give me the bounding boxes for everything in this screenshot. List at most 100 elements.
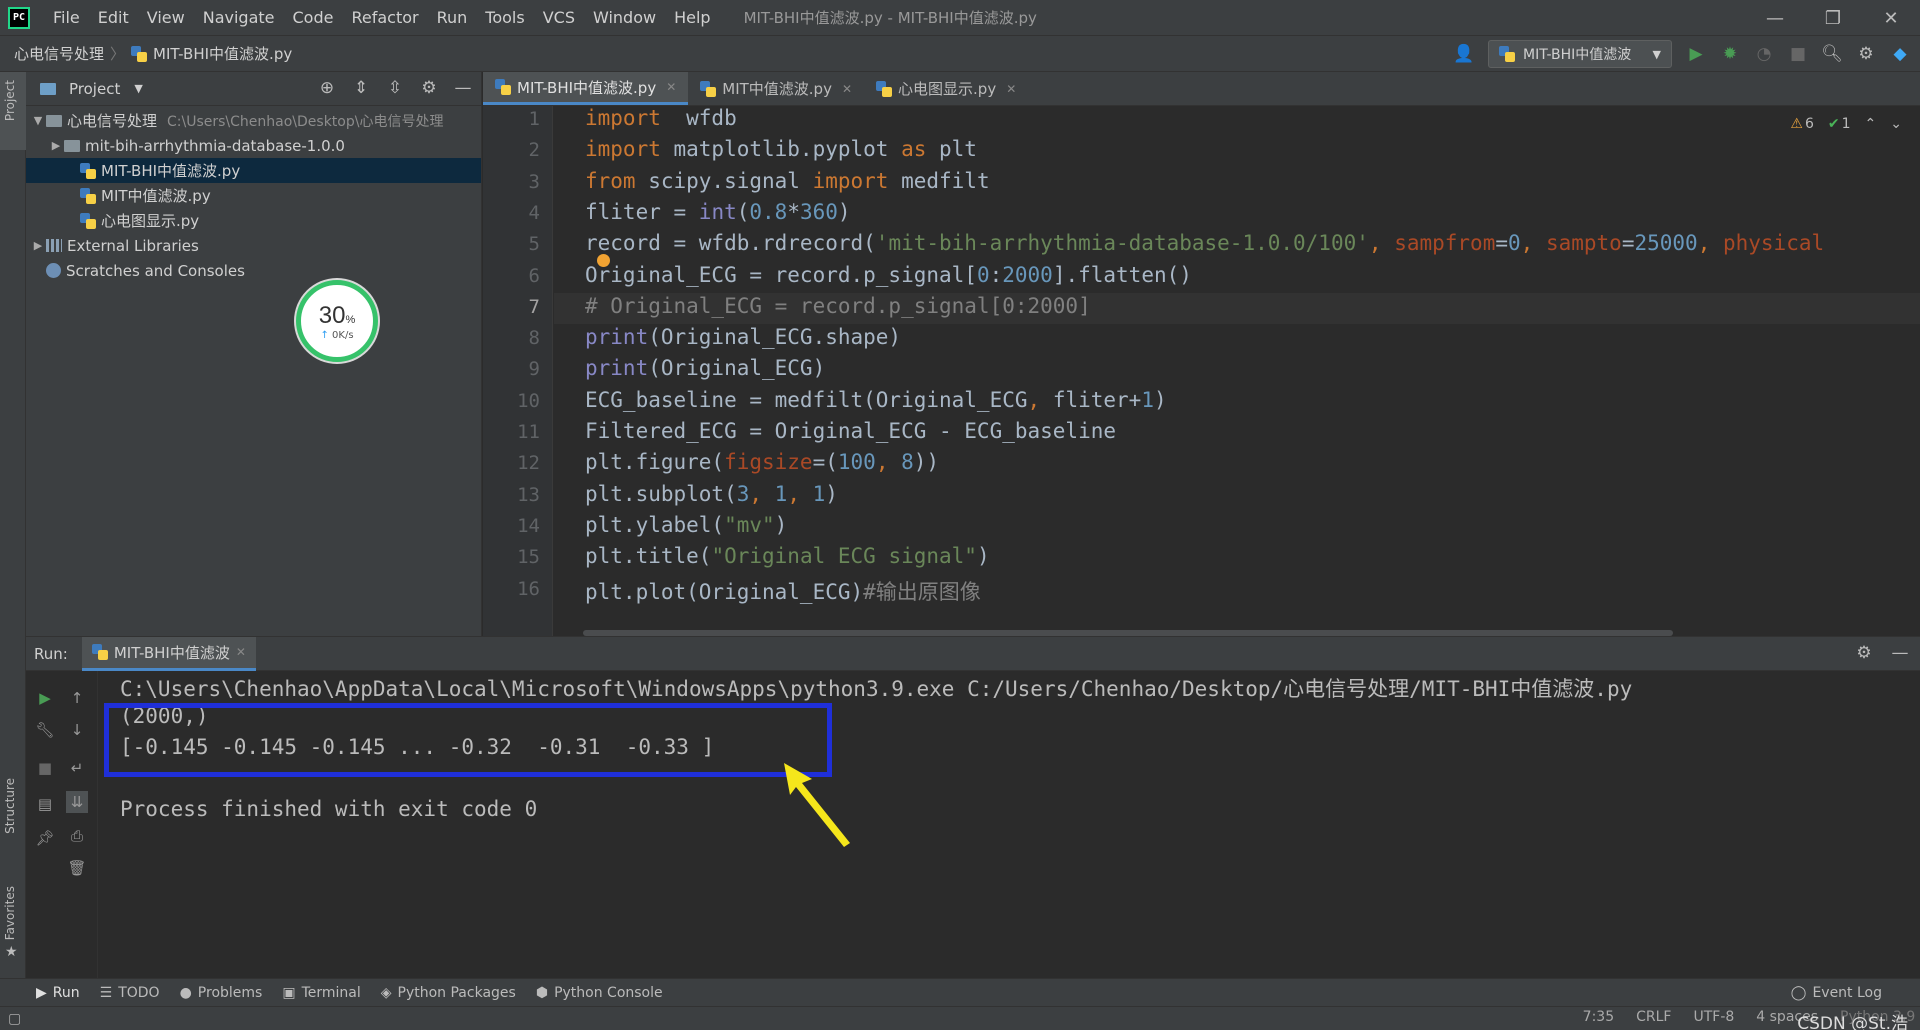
run-tab[interactable]: MIT-BHI中值滤波 ✕: [81, 636, 256, 671]
code-line[interactable]: plt.figure(figsize=(100, 8)): [585, 450, 939, 474]
project-panel-title[interactable]: Project: [69, 80, 120, 98]
menu-help[interactable]: Help: [665, 8, 719, 27]
menu-view[interactable]: View: [138, 8, 194, 27]
code-line[interactable]: plt.subplot(3, 1, 1): [585, 482, 838, 506]
print-icon[interactable]: ⎙: [66, 825, 88, 847]
line-number[interactable]: 1: [529, 108, 540, 130]
code-line[interactable]: plt.ylabel("mv"): [585, 513, 787, 537]
close-window-button[interactable]: ✕: [1862, 0, 1920, 36]
tab-ecg-display[interactable]: 心电图显示.py ✕: [864, 72, 1028, 105]
user-icon[interactable]: 👤: [1453, 44, 1474, 64]
line-number[interactable]: 3: [529, 171, 540, 193]
line-number[interactable]: 16: [517, 578, 540, 600]
line-number[interactable]: 4: [529, 202, 540, 224]
menu-window[interactable]: Window: [584, 8, 665, 27]
collapse-all-icon[interactable]: ⇳: [385, 78, 405, 98]
wrench-icon[interactable]: 🔧︎: [34, 719, 56, 741]
code-line[interactable]: Filtered_ECG = Original_ECG - ECG_baseli…: [585, 419, 1116, 443]
network-speed-widget[interactable]: 30% ↑ 0K/s: [296, 280, 378, 362]
arrow-up-icon[interactable]: ↑: [66, 687, 88, 709]
chevron-down-icon[interactable]: ▼: [134, 82, 142, 95]
gear-icon[interactable]: ⚙: [1854, 643, 1874, 663]
tree-item-file[interactable]: MIT中值滤波.py: [26, 183, 481, 208]
chevron-up-icon[interactable]: ⌃: [1865, 116, 1877, 132]
code-line[interactable]: import matplotlib.pyplot as plt: [585, 137, 977, 161]
code-line[interactable]: # Original_ECG = record.p_signal[0:2000]: [585, 294, 1091, 318]
close-icon[interactable]: ✕: [236, 645, 246, 659]
locate-icon[interactable]: ⊕: [317, 78, 337, 98]
inspection-widget[interactable]: ⚠ 6 ✔ 1 ⌃ ⌄: [1790, 116, 1902, 132]
code-line[interactable]: from scipy.signal import medfilt: [585, 169, 990, 193]
toolbox-icon[interactable]: ◆: [1890, 44, 1910, 64]
stop-icon[interactable]: ■: [1788, 44, 1808, 64]
menu-run[interactable]: Run: [428, 8, 477, 27]
line-number[interactable]: 12: [517, 452, 540, 474]
chevron-right-icon[interactable]: ▶: [30, 239, 46, 252]
lightbulb-icon[interactable]: [597, 254, 610, 267]
tree-item-scratches[interactable]: Scratches and Consoles: [26, 258, 481, 283]
arrow-down-icon[interactable]: ↓: [66, 719, 88, 741]
event-log-button[interactable]: ◯ Event Log: [1791, 985, 1882, 1001]
close-icon[interactable]: ✕: [842, 82, 852, 96]
code-line[interactable]: Original_ECG = record.p_signal[0:2000].f…: [585, 263, 1192, 287]
line-separator[interactable]: CRLF: [1636, 1009, 1671, 1030]
file-encoding[interactable]: UTF-8: [1693, 1009, 1734, 1030]
tool-run[interactable]: ▶ Run: [36, 985, 80, 1001]
line-number[interactable]: 14: [517, 515, 540, 537]
menu-navigate[interactable]: Navigate: [194, 8, 284, 27]
menu-code[interactable]: Code: [284, 8, 343, 27]
line-number[interactable]: 2: [529, 139, 540, 161]
code-line[interactable]: fliter = int(0.8*360): [585, 200, 851, 224]
line-number[interactable]: 6: [529, 265, 540, 287]
search-icon[interactable]: 🔍︎: [1821, 44, 1843, 64]
stop-icon[interactable]: ■: [34, 757, 56, 779]
line-number[interactable]: 8: [529, 327, 540, 349]
breadcrumb-file[interactable]: MIT-BHI中值滤波.py: [131, 43, 292, 64]
tab-mit-bhi-median[interactable]: MIT-BHI中值滤波.py ✕: [483, 72, 689, 105]
tree-item-file[interactable]: 心电图显示.py: [26, 208, 481, 233]
tool-todo[interactable]: ☰ TODO: [100, 985, 160, 1001]
soft-wrap-icon[interactable]: ↵: [66, 757, 88, 779]
code-line[interactable]: ECG_baseline = medfilt(Original_ECG, fli…: [585, 388, 1167, 412]
code-line[interactable]: print(Original_ECG): [585, 356, 825, 380]
line-number[interactable]: 10: [517, 390, 540, 412]
rerun-icon[interactable]: ▶: [34, 687, 56, 709]
line-number[interactable]: 7: [529, 296, 540, 318]
gear-icon[interactable]: ⚙: [419, 78, 439, 98]
line-number[interactable]: 5: [529, 233, 540, 255]
structure-tool-label[interactable]: Structure: [3, 778, 17, 834]
chevron-right-icon[interactable]: ▶: [48, 139, 64, 152]
tree-item-db-folder[interactable]: ▶ mit-bih-arrhythmia-database-1.0.0: [26, 133, 481, 158]
gear-icon[interactable]: ⚙: [1856, 44, 1876, 64]
hide-icon[interactable]: —: [1890, 643, 1910, 663]
tool-problems[interactable]: ● Problems: [180, 985, 263, 1001]
tree-item-file[interactable]: MIT-BHI中值滤波.py: [26, 158, 481, 183]
code-line[interactable]: plt.plot(Original_ECG)#输出原图像: [585, 576, 981, 606]
tree-root[interactable]: ▼ 心电信号处理 C:\Users\Chenhao\Desktop\心电信号处理: [26, 108, 481, 133]
chevron-down-icon[interactable]: ▼: [30, 114, 46, 127]
menu-refactor[interactable]: Refactor: [342, 8, 427, 27]
menu-file[interactable]: File: [44, 8, 89, 27]
code-line[interactable]: plt.title("Original ECG signal"): [585, 544, 990, 568]
minimize-button[interactable]: —: [1746, 0, 1804, 36]
line-number[interactable]: 9: [529, 358, 540, 380]
pin-icon[interactable]: 📌︎: [34, 827, 56, 849]
code-line[interactable]: record = wfdb.rdrecord('mit-bih-arrhythm…: [585, 231, 1824, 255]
run-icon[interactable]: ▶: [1686, 44, 1706, 64]
line-number[interactable]: 15: [517, 546, 540, 568]
restore-button[interactable]: ❐: [1804, 0, 1862, 36]
tool-python-console[interactable]: ⬢ Python Console: [536, 985, 663, 1001]
close-icon[interactable]: ✕: [1006, 82, 1016, 96]
hide-icon[interactable]: —: [453, 78, 473, 98]
tool-terminal[interactable]: ▣ Terminal: [282, 985, 360, 1001]
menu-vcs[interactable]: VCS: [534, 8, 584, 27]
scroll-to-end-icon[interactable]: ⇊: [66, 791, 88, 813]
tab-mit-median[interactable]: MIT中值滤波.py ✕: [688, 72, 864, 105]
chevron-down-icon[interactable]: ⌄: [1890, 116, 1902, 132]
run-configuration-select[interactable]: MIT-BHI中值滤波 ▼: [1488, 40, 1672, 68]
code-line[interactable]: print(Original_ECG.shape): [585, 325, 901, 349]
line-number[interactable]: 11: [517, 421, 540, 443]
layout-icon[interactable]: ▤: [34, 793, 56, 815]
cursor-position[interactable]: 7:35: [1583, 1009, 1614, 1030]
code-line[interactable]: import wfdb: [585, 106, 737, 130]
